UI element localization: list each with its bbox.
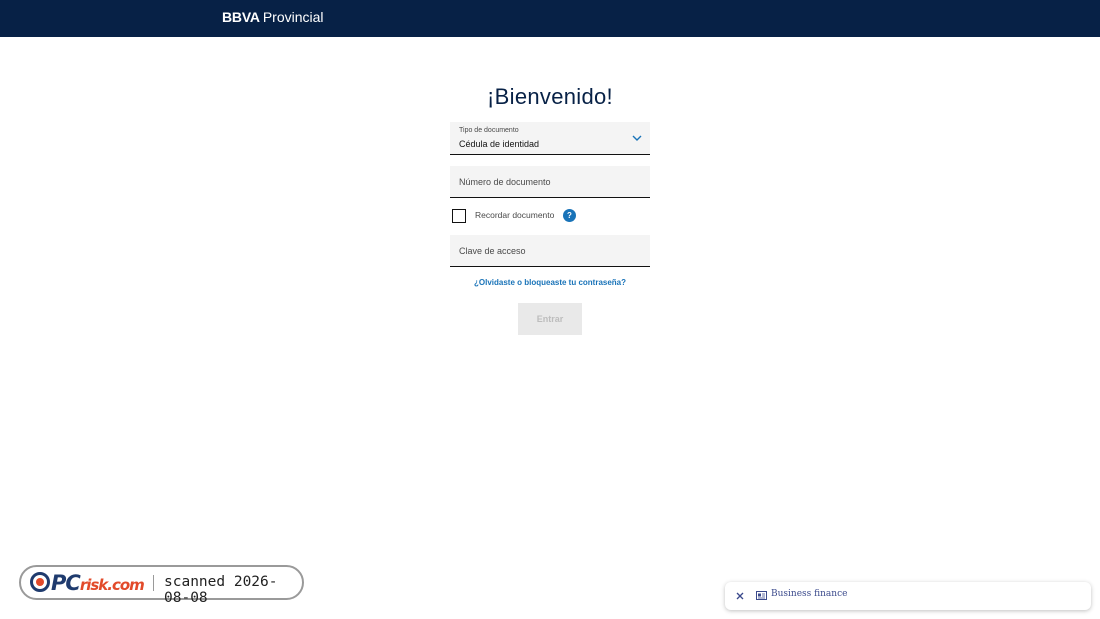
forgot-password-link[interactable]: ¿Olvidaste o bloqueaste tu contraseña?: [0, 278, 1100, 287]
document-type-select[interactable]: Tipo de documento Cédula de identidad: [450, 122, 650, 155]
top-header-bar: BBVA Provincial: [0, 0, 1100, 37]
bbva-provincial-logo[interactable]: BBVA Provincial: [222, 9, 324, 27]
remember-document-checkbox[interactable]: [452, 209, 466, 223]
pcrisk-logo: PCrisk.com: [51, 571, 145, 596]
welcome-title: ¡Bienvenido!: [487, 84, 613, 109]
password-placeholder: Clave de acceso: [459, 246, 526, 256]
magnifier-dot: [36, 578, 44, 586]
document-number-placeholder: Número de documento: [459, 177, 551, 187]
pcrisk-logo-sub: risk.com: [79, 576, 145, 594]
pcrisk-watermark: PCrisk.com scanned 2026-08-08: [19, 565, 304, 606]
newspaper-icon: [756, 591, 767, 600]
enter-button[interactable]: Entrar: [518, 303, 582, 335]
document-type-label: Tipo de documento: [459, 127, 519, 134]
logo-bbva-text: BBVA: [222, 9, 260, 25]
remember-document-label[interactable]: Recordar documento: [475, 210, 554, 220]
business-finance-toast[interactable]: Business finance: [725, 582, 1091, 610]
close-icon[interactable]: [733, 589, 747, 603]
watermark-divider: [153, 575, 154, 591]
document-number-input[interactable]: Número de documento: [450, 166, 650, 198]
chevron-down-icon: [632, 135, 642, 141]
logo-provincial-text: Provincial: [262, 9, 324, 25]
watermark-scan-text: scanned 2026-08-08: [164, 574, 278, 606]
document-type-value: Cédula de identidad: [459, 139, 540, 149]
pcrisk-logo-main: PC: [51, 571, 81, 595]
question-icon[interactable]: ?: [563, 209, 576, 222]
toast-label[interactable]: Business finance: [771, 589, 847, 599]
password-input[interactable]: Clave de acceso: [450, 235, 650, 267]
